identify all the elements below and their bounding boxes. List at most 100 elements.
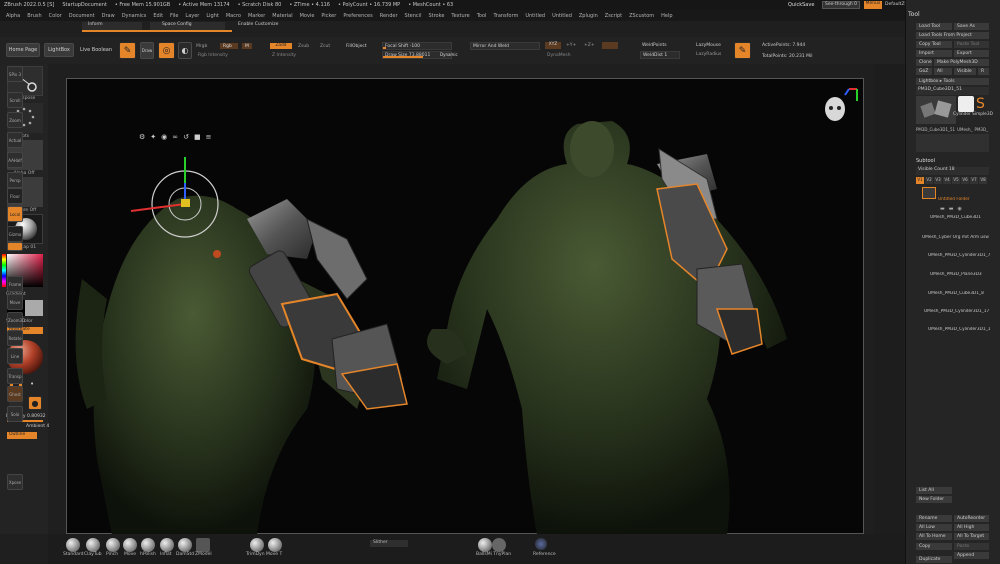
tab-v3[interactable]: V3 [934,177,942,184]
brush-movet-icon[interactable] [268,538,282,552]
zadd-toggle[interactable]: Zadd [270,43,292,49]
gizmo-link-icon[interactable]: ∞ [172,133,178,141]
make-polymesh-button[interactable]: Make PolyMesh3D [934,59,989,66]
mirror-weld-button[interactable]: Mirror And Weld [470,42,540,50]
visible-count-slider[interactable]: Visible Count 18 [916,167,989,175]
simple-brush-icon[interactable]: S [976,96,988,112]
load-tool-button[interactable]: Load Tool [916,23,952,30]
subtool-cylinder3d1-1[interactable]: UMesh_PM3D_Cylinder3D1_1 [928,327,1000,335]
brush-move-icon[interactable] [123,538,137,552]
copy-subtool-button[interactable]: Copy [916,543,952,550]
subtool-cyber-org[interactable]: UMesh_Cyber Org mit Arm usw [922,235,990,243]
menu-movie[interactable]: Movie [300,13,315,19]
move-view-button[interactable]: Move [7,294,23,310]
menu-help[interactable]: Help [661,13,672,19]
menu-draw[interactable]: Draw [102,13,115,19]
menu-stencil[interactable]: Stencil [405,13,422,19]
lazymouse-button[interactable]: LazyMouse [696,43,721,48]
see-through-slider[interactable]: See-through 0 [822,1,860,9]
lazymouse-brush-button[interactable]: ✎ [734,42,751,59]
dynamic-toggle[interactable]: Dynamic [440,52,458,57]
menu-zscustom[interactable]: ZScustom [629,13,654,19]
zsub-toggle[interactable]: Zsub [298,44,309,49]
brush-trimdyn-icon[interactable] [250,538,264,552]
rgb-toggle[interactable]: Rgb [220,43,238,49]
all-to-home-button[interactable]: All To Home [916,533,952,540]
subtool-cylinder3d1-17[interactable]: UMesh_PM3D_Cylinder3D1_17 [924,309,992,317]
gizmo-location-icon[interactable]: ◉ [161,133,167,141]
menu-color[interactable]: Color [49,13,62,19]
transp-button[interactable]: Transp [7,368,23,384]
brush-zmodel-icon[interactable] [196,538,210,552]
tnyplan-icon[interactable] [492,538,506,552]
menu-preferences[interactable]: Preferences [343,13,372,19]
paste-subtool-button[interactable]: Paste [954,543,989,550]
dynamesh-button[interactable]: DynaMesh [545,51,620,59]
enable-customize-button[interactable]: Enable Customize [238,22,278,27]
z-intensity-slider[interactable]: Z Intensity [270,51,340,59]
tab-v6[interactable]: V6 [961,177,969,184]
mrgb-button[interactable]: Mrgb [196,44,207,49]
xyz-toggle[interactable]: XYZ [545,42,561,49]
m-toggle[interactable]: M [242,43,252,49]
gizmo-settings-icon[interactable]: ⚙ [139,133,145,141]
gizmo-pin-icon[interactable]: ✦ [150,133,156,141]
goz-visible-button[interactable]: Visible [954,68,976,75]
menu-transform[interactable]: Transform [493,13,518,19]
tab-v7[interactable]: V7 [970,177,978,184]
reference-icon[interactable] [535,538,547,550]
ambient-slider[interactable]: Ambient 4 [26,424,49,429]
menu-macro[interactable]: Macro [226,13,241,19]
menu-document[interactable]: Document [69,13,95,19]
menu-material[interactable]: Material [272,13,292,19]
subtool-header[interactable]: Subtool [916,158,935,164]
zoom-button[interactable]: Zoom [7,112,23,128]
welddist-slider[interactable]: WeldDist 1 [640,51,680,59]
subtool-cube3d1[interactable]: UMesh_PM3D_Cube3D1 [930,215,1000,223]
menu-untitled-2[interactable]: Untitled [552,13,572,19]
spix-button[interactable]: SPix 3 [7,66,23,82]
menu-brush[interactable]: Brush [27,13,41,19]
y-toggle[interactable]: +Y+ [566,43,576,48]
menu-alpha[interactable]: Alpha [6,13,20,19]
scroll-button[interactable]: Scroll [7,92,23,108]
clone-button[interactable]: Clone [916,59,932,66]
menu-edit[interactable]: Edit [153,13,163,19]
menu-layer[interactable]: Layer [185,13,199,19]
frame-button[interactable]: Frame [7,276,23,292]
auto-reorder-button[interactable]: AutoReorder [954,515,989,522]
menu-texture[interactable]: Texture [451,13,469,19]
persp-button[interactable]: Persp [7,172,23,188]
menu-marker[interactable]: Marker [248,13,265,19]
tool-thumbnails-row[interactable] [916,134,989,152]
inform-button[interactable]: Inform [82,22,142,30]
brush-pinch-icon[interactable] [106,538,120,552]
solo-button[interactable]: Solo [7,406,23,422]
live-boolean-button[interactable]: Live Boolean [78,43,114,57]
subtool-cylinder3d1-7[interactable]: UMesh_PM3D_Cylinder3D1_7 [928,253,1000,261]
goz-button[interactable]: GoZ [916,68,932,75]
zoom3d-button[interactable]: Zoom3D [7,312,25,328]
actual-button[interactable]: Actual [7,132,23,148]
aahalf-button[interactable]: AAHalf [7,152,23,168]
quicksave-button[interactable]: QuickSave [788,2,814,8]
gizmo-list-icon[interactable]: ≡ [206,133,212,141]
brush-damstd-icon[interactable] [178,538,192,552]
tab-v2[interactable]: V2 [925,177,933,184]
menu-untitled-1[interactable]: Untitled [525,13,545,19]
canvas-viewport[interactable]: ⚙ ✦ ◉ ∞ ↺ ■ ≡ [66,78,864,535]
tab-v8[interactable]: V8 [979,177,987,184]
local-button[interactable]: Local [7,206,23,222]
folder-thumbnail[interactable] [922,187,936,199]
brush-inflat-icon[interactable] [160,538,174,552]
bulb-outline-icon[interactable]: • [30,380,38,388]
rotate-button[interactable]: ◐ [178,42,192,59]
hue-strip[interactable] [2,254,6,287]
all-low-button[interactable]: All Low [916,524,952,531]
duplicate-button[interactable]: Duplicate [916,556,952,563]
paste-tool-button[interactable]: Paste Tool [954,41,989,48]
menus-button[interactable]: Menus [864,1,882,9]
current-tool-slider[interactable]: PM3D_Cube3D1_51 [916,87,989,95]
save-as-button[interactable]: Save As [954,23,989,30]
draw-button[interactable]: Draw [140,42,154,59]
